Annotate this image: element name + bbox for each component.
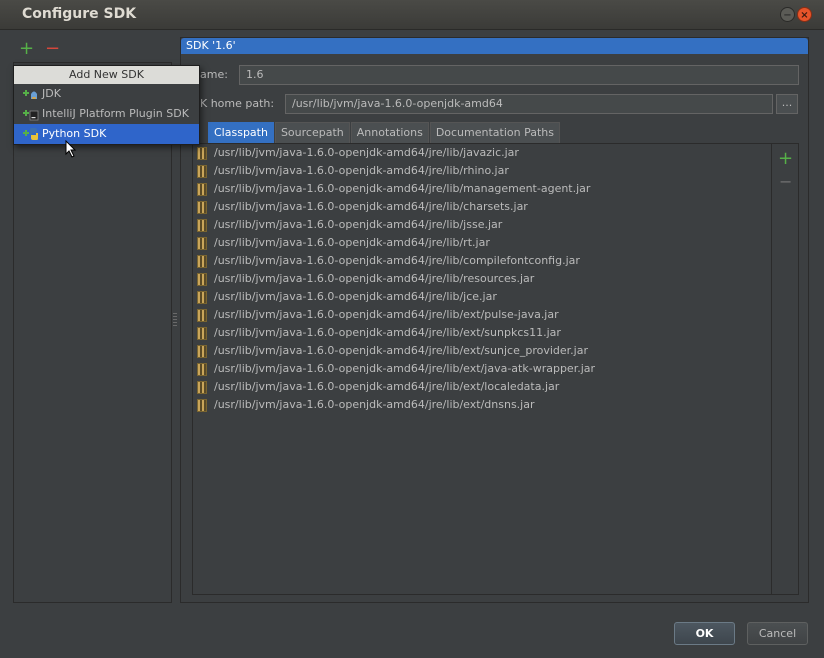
- classpath-row[interactable]: /usr/lib/jvm/java-1.6.0-openjdk-amd64/jr…: [193, 162, 771, 180]
- classpath-path-text: /usr/lib/jvm/java-1.6.0-openjdk-amd64/jr…: [214, 290, 497, 303]
- classpath-row[interactable]: /usr/lib/jvm/java-1.6.0-openjdk-amd64/jr…: [193, 144, 771, 162]
- jar-icon: [197, 399, 207, 412]
- jar-icon: [197, 219, 207, 232]
- home-path-label: K home path:: [200, 97, 275, 110]
- tab-classpath[interactable]: Classpath: [208, 122, 274, 143]
- jar-icon: [197, 381, 207, 394]
- title-bar: Configure SDK − ×: [0, 0, 824, 30]
- classpath-row[interactable]: /usr/lib/jvm/java-1.6.0-openjdk-amd64/jr…: [193, 216, 771, 234]
- add-sdk-button[interactable]: +: [19, 40, 34, 58]
- tab-sourcepath[interactable]: Sourcepath: [274, 122, 350, 143]
- remove-sdk-button[interactable]: −: [45, 40, 60, 58]
- classpath-path-text: /usr/lib/jvm/java-1.6.0-openjdk-amd64/jr…: [214, 146, 519, 159]
- panel-splitter-handle[interactable]: [173, 312, 177, 326]
- jar-icon: [197, 237, 207, 250]
- jar-icon: [197, 363, 207, 376]
- jar-icon: [197, 255, 207, 268]
- close-button[interactable]: ×: [797, 7, 812, 22]
- classpath-box: /usr/lib/jvm/java-1.6.0-openjdk-amd64/jr…: [192, 143, 799, 595]
- classpath-row[interactable]: /usr/lib/jvm/java-1.6.0-openjdk-amd64/jr…: [193, 360, 771, 378]
- classpath-path-text: /usr/lib/jvm/java-1.6.0-openjdk-amd64/jr…: [214, 398, 535, 411]
- classpath-row[interactable]: /usr/lib/jvm/java-1.6.0-openjdk-amd64/jr…: [193, 198, 771, 216]
- classpath-path-text: /usr/lib/jvm/java-1.6.0-openjdk-amd64/jr…: [214, 326, 561, 339]
- classpath-path-text: /usr/lib/jvm/java-1.6.0-openjdk-amd64/jr…: [214, 254, 580, 267]
- popup-header: Add New SDK: [14, 66, 199, 84]
- ok-button[interactable]: OK: [674, 622, 735, 645]
- jar-icon: [197, 201, 207, 214]
- classpath-path-text: /usr/lib/jvm/java-1.6.0-openjdk-amd64/jr…: [214, 182, 591, 195]
- jar-icon: [197, 345, 207, 358]
- classpath-row[interactable]: /usr/lib/jvm/java-1.6.0-openjdk-amd64/jr…: [193, 342, 771, 360]
- remove-path-button[interactable]: −: [779, 174, 792, 190]
- classpath-row[interactable]: /usr/lib/jvm/java-1.6.0-openjdk-amd64/jr…: [193, 396, 771, 414]
- name-label: ame:: [200, 68, 228, 81]
- popup-item-label: IntelliJ Platform Plugin SDK: [42, 107, 189, 120]
- classpath-path-text: /usr/lib/jvm/java-1.6.0-openjdk-amd64/jr…: [214, 236, 490, 249]
- classpath-row[interactable]: /usr/lib/jvm/java-1.6.0-openjdk-amd64/jr…: [193, 180, 771, 198]
- name-field[interactable]: 1.6: [239, 65, 799, 85]
- path-tabs: Classpath Sourcepath Annotations Documen…: [208, 122, 561, 143]
- jar-icon: [197, 165, 207, 178]
- classpath-path-text: /usr/lib/jvm/java-1.6.0-openjdk-amd64/jr…: [214, 344, 588, 357]
- classpath-path-text: /usr/lib/jvm/java-1.6.0-openjdk-amd64/jr…: [214, 218, 503, 231]
- classpath-path-text: /usr/lib/jvm/java-1.6.0-openjdk-amd64/jr…: [214, 164, 509, 177]
- popup-item-plugin-sdk[interactable]: IntelliJ Platform Plugin SDK: [14, 104, 199, 124]
- classpath-row[interactable]: /usr/lib/jvm/java-1.6.0-openjdk-amd64/jr…: [193, 324, 771, 342]
- classpath-row[interactable]: /usr/lib/jvm/java-1.6.0-openjdk-amd64/jr…: [193, 288, 771, 306]
- sdk-header: SDK '1.6': [181, 38, 808, 54]
- classpath-row[interactable]: /usr/lib/jvm/java-1.6.0-openjdk-amd64/jr…: [193, 378, 771, 396]
- add-new-sdk-popup: Add New SDK JDK IntelliJ Platform Plugin…: [13, 65, 200, 145]
- jar-icon: [197, 183, 207, 196]
- add-path-button[interactable]: +: [778, 150, 793, 168]
- classpath-path-text: /usr/lib/jvm/java-1.6.0-openjdk-amd64/jr…: [214, 272, 535, 285]
- classpath-row[interactable]: /usr/lib/jvm/java-1.6.0-openjdk-amd64/jr…: [193, 234, 771, 252]
- home-path-field[interactable]: /usr/lib/jvm/java-1.6.0-openjdk-amd64: [285, 94, 773, 114]
- jar-icon: [197, 327, 207, 340]
- minimize-button[interactable]: −: [780, 7, 795, 22]
- tab-annotations[interactable]: Annotations: [350, 122, 429, 143]
- popup-item-python-sdk[interactable]: Python SDK: [14, 124, 199, 144]
- classpath-path-text: /usr/lib/jvm/java-1.6.0-openjdk-amd64/jr…: [214, 380, 560, 393]
- popup-item-label: Python SDK: [42, 127, 107, 140]
- window-title: Configure SDK: [22, 6, 137, 22]
- classpath-path-text: /usr/lib/jvm/java-1.6.0-openjdk-amd64/jr…: [214, 308, 559, 321]
- classpath-row[interactable]: /usr/lib/jvm/java-1.6.0-openjdk-amd64/jr…: [193, 306, 771, 324]
- mouse-cursor-icon: [65, 140, 77, 158]
- jar-icon: [197, 309, 207, 322]
- browse-button[interactable]: ...: [776, 94, 798, 114]
- popup-item-label: JDK: [42, 87, 61, 100]
- tab-documentation-paths[interactable]: Documentation Paths: [429, 122, 561, 143]
- python-icon: [23, 128, 38, 140]
- classpath-path-text: /usr/lib/jvm/java-1.6.0-openjdk-amd64/jr…: [214, 200, 528, 213]
- classpath-list[interactable]: /usr/lib/jvm/java-1.6.0-openjdk-amd64/jr…: [193, 144, 772, 594]
- classpath-row[interactable]: /usr/lib/jvm/java-1.6.0-openjdk-amd64/jr…: [193, 252, 771, 270]
- popup-item-jdk[interactable]: JDK: [14, 84, 199, 104]
- jar-icon: [197, 291, 207, 304]
- jar-icon: [197, 147, 207, 160]
- plugin-sdk-icon: [23, 110, 39, 121]
- cancel-button[interactable]: Cancel: [747, 622, 808, 645]
- jar-icon: [197, 273, 207, 286]
- classpath-row[interactable]: /usr/lib/jvm/java-1.6.0-openjdk-amd64/jr…: [193, 270, 771, 288]
- classpath-path-text: /usr/lib/jvm/java-1.6.0-openjdk-amd64/jr…: [214, 362, 596, 375]
- sdk-details-panel: SDK '1.6' ame: 1.6 K home path: /usr/lib…: [180, 37, 809, 603]
- jdk-icon: [23, 90, 37, 99]
